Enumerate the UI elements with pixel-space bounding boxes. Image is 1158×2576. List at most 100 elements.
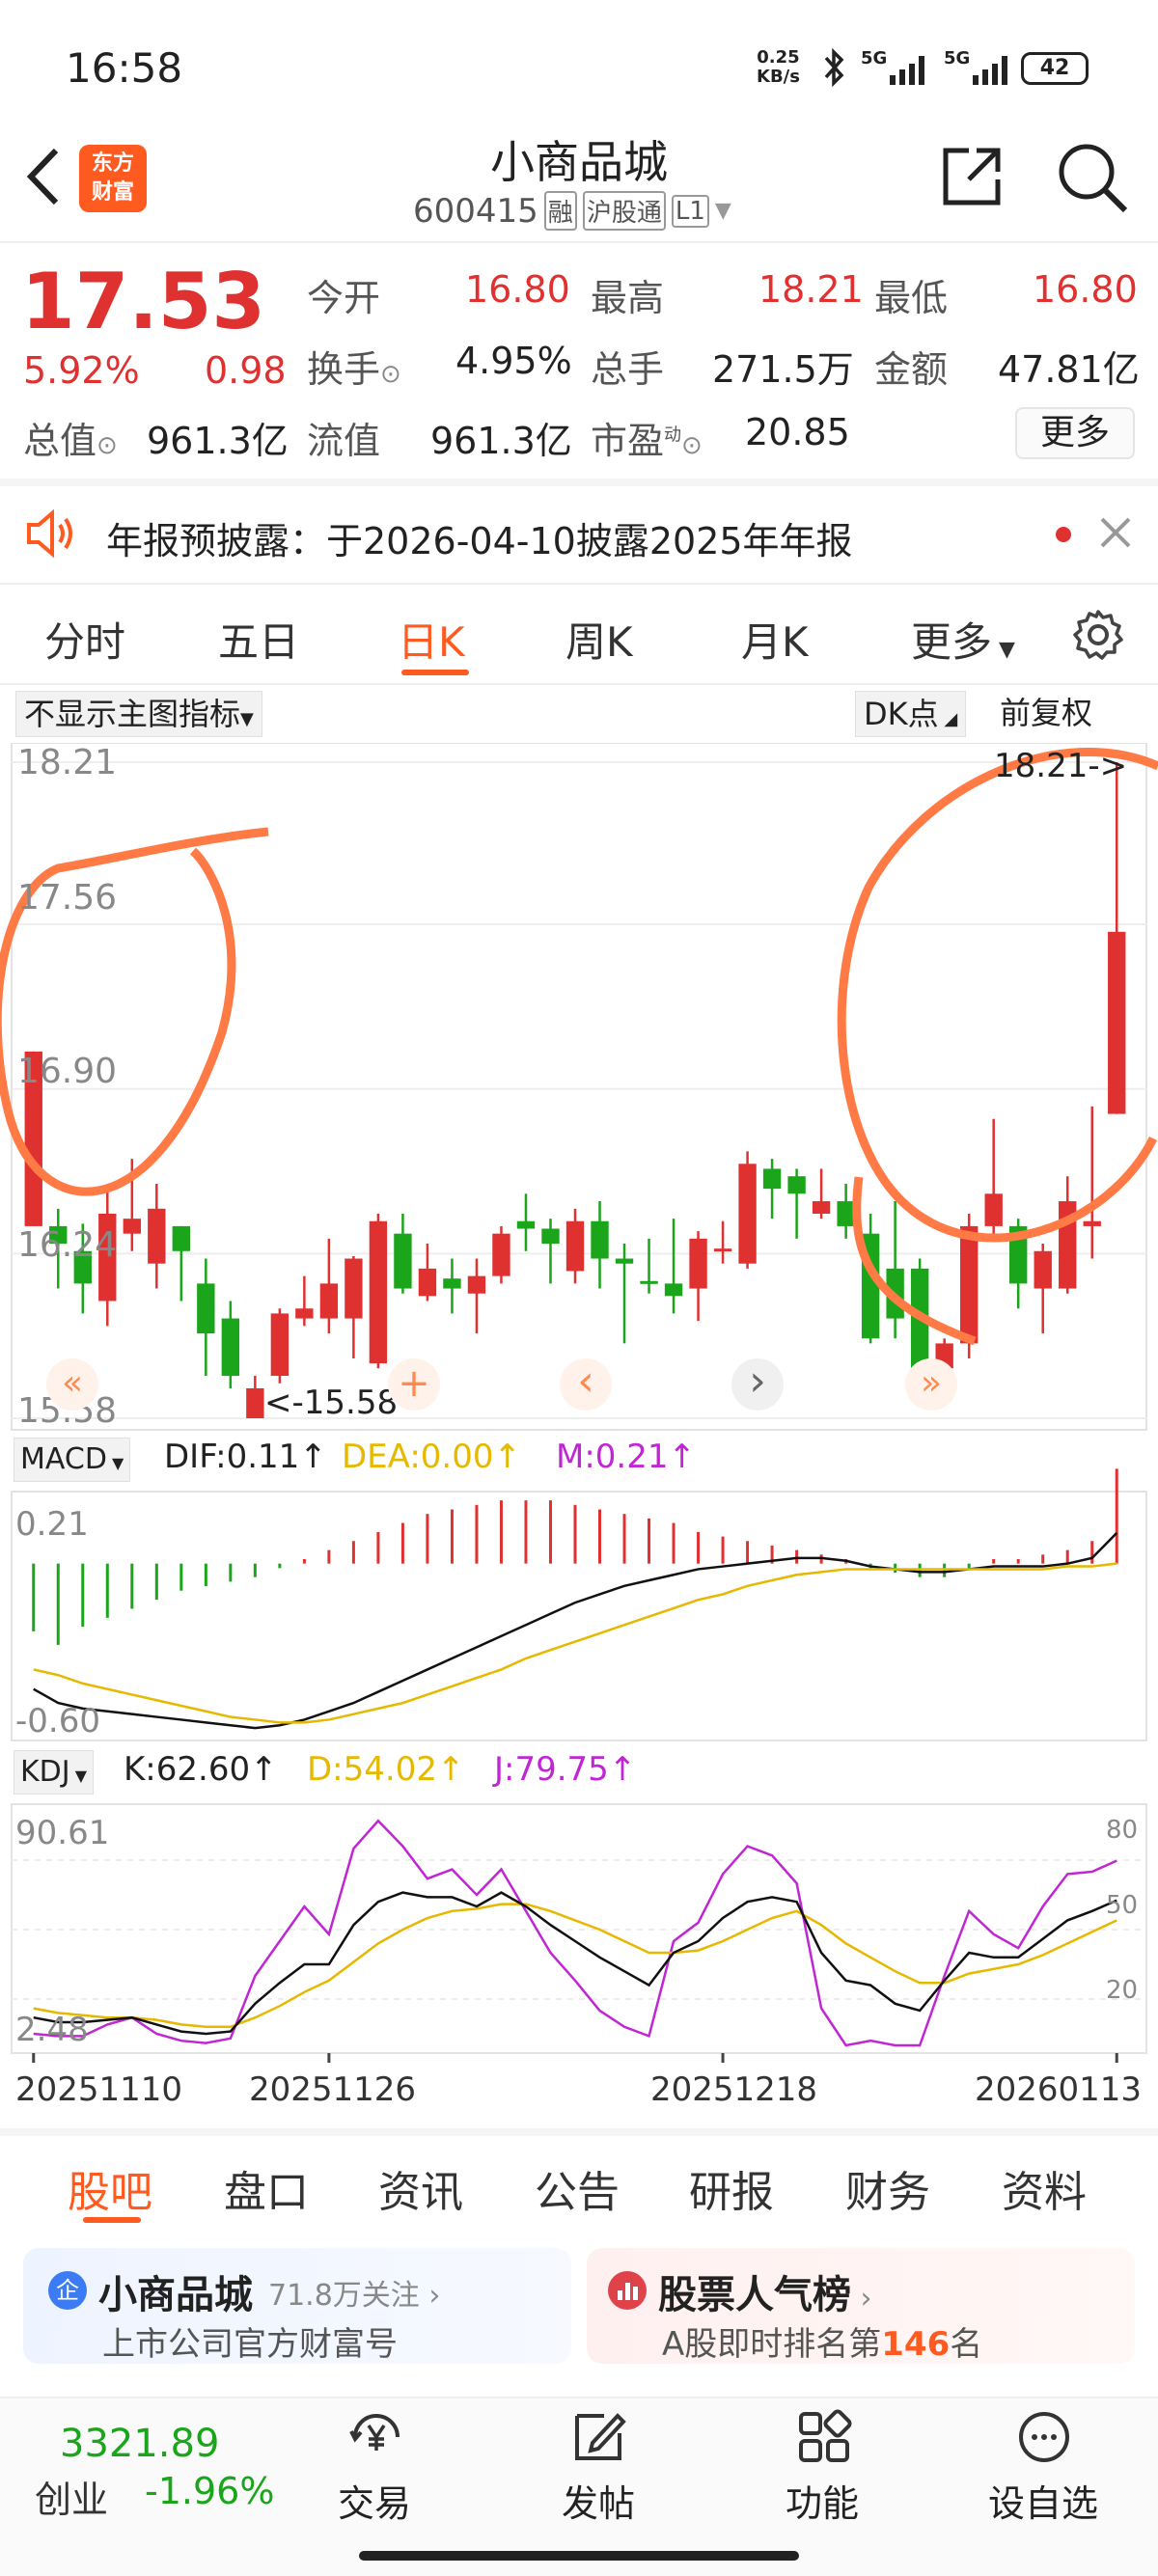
last-price: 17.53 [21, 257, 266, 346]
macd-dea-line [33, 1562, 1117, 1724]
status-bar: 16:58 0.25 KB/s 5G 5G 42 [0, 0, 1158, 135]
high-marker: 18.21-> [994, 747, 1128, 785]
tag-margin: 融 [543, 191, 577, 231]
tab-more[interactable]: 更多 ▼ [911, 610, 1015, 669]
kdj-grid [12, 1859, 1146, 2000]
popularity-rank-title: 股票人气榜 › [658, 2273, 872, 2317]
functions-button[interactable]: 功能 [786, 2474, 859, 2527]
close-icon[interactable] [1098, 515, 1133, 554]
settings-gear-icon[interactable] [1071, 608, 1125, 666]
kdj-d-label: D:54.02↑ [307, 1750, 465, 1789]
kdj-select[interactable]: KDJ ▼ [14, 1750, 95, 1795]
rank-chart-icon [608, 2271, 647, 2310]
macd-select[interactable]: MACD ▼ [14, 1438, 131, 1482]
kdj-j-line [33, 1819, 1117, 2047]
pe-label: 市盈动⊙ [591, 420, 703, 462]
tab-profile[interactable]: 资料 [1002, 2157, 1087, 2219]
kdj-d-line [33, 1903, 1117, 2029]
dk-point-toggle[interactable]: DK点 ◢ [855, 691, 967, 737]
open-value: 16.80 [465, 268, 570, 311]
stock-code-row: 600415 融 沪股通 L1 ▼ [413, 191, 731, 231]
company-account-card[interactable]: 企 小商品城 71.8万关注 › 上市公司官方财富号 [23, 2248, 571, 2364]
home-indicator [359, 2551, 799, 2561]
trade-button[interactable]: 交易 [338, 2474, 411, 2527]
tab-announcements[interactable]: 公告 [535, 2157, 620, 2219]
kdj-lines [33, 1819, 1117, 2047]
pager-first-button[interactable]: « [46, 1358, 98, 1411]
kdj-ytick-top: 90.61 [15, 1814, 110, 1852]
amount-value: 47.81亿 [998, 348, 1140, 391]
pager-last-button[interactable]: » [905, 1358, 957, 1411]
pe-dynamic-mark: 动 [664, 425, 682, 446]
high-value: 18.21 [758, 268, 864, 311]
dropdown-icon[interactable]: ▼ [715, 199, 731, 223]
follower-count: 71.8万关注 › [268, 2279, 441, 2313]
kdj-k-line [33, 1891, 1117, 2036]
ytick-1: 18.21 [17, 743, 118, 782]
tab-news[interactable]: 资讯 [378, 2157, 463, 2219]
search-icon[interactable] [1056, 141, 1129, 218]
info-icon[interactable]: ⊙ [380, 360, 401, 389]
high-label: 最高 [591, 277, 665, 319]
tab-research[interactable]: 研报 [689, 2157, 774, 2219]
turnover-value: 4.95% [455, 340, 572, 382]
battery-icon: 42 [1021, 52, 1089, 85]
active-tab-indicator [401, 670, 469, 675]
index-percent[interactable]: -1.96% [145, 2470, 274, 2512]
info-icon[interactable]: ⊙ [96, 431, 118, 460]
volume-value: 271.5万 [712, 348, 854, 391]
tab-monthly-k[interactable]: 月K [741, 610, 809, 669]
tab-pankou[interactable]: 盘口 [224, 2157, 309, 2219]
xtick-2: 20251126 [249, 2070, 417, 2109]
notice-bar[interactable]: 年报预披露：于2026-04-10披露2025年年报 [0, 486, 1158, 579]
functions-grid-icon[interactable] [795, 2408, 853, 2470]
tab-daily-k[interactable]: 日K [398, 610, 465, 669]
info-icon[interactable]: ⊙ [681, 431, 703, 460]
float-cap-label: 流值 [307, 420, 381, 462]
add-watchlist-icon[interactable] [1015, 2408, 1073, 2470]
index-value[interactable]: 3321.89 [60, 2422, 219, 2466]
tag-hk-connect: 沪股通 [582, 191, 666, 231]
signal-icon: 5G [861, 48, 948, 87]
macd-frame [11, 1491, 1147, 1741]
pager-prev-button[interactable]: ‹ [560, 1358, 612, 1411]
xtick-4: 20260113 [975, 2070, 1143, 2109]
adjust-mode[interactable]: 前复权 [994, 691, 1098, 737]
post-button[interactable]: 发帖 [562, 2474, 635, 2527]
notice-text: 年报预披露：于2026-04-10披露2025年年报 [106, 520, 853, 562]
tab-finance[interactable]: 财务 [845, 2157, 930, 2219]
trade-yen-icon[interactable] [344, 2408, 409, 2470]
tab-weekly-k[interactable]: 周K [565, 610, 633, 669]
xtick-3: 20251218 [650, 2070, 818, 2109]
content-tabs: 股吧 盘口 资讯 公告 研报 财务 资料 [0, 2136, 1158, 2233]
add-watchlist-button[interactable]: 设自选 [988, 2474, 1098, 2527]
kline-overlay: 18.21 17.56 16.90 16.24 15.58 18.21-> <-… [14, 743, 1152, 1438]
company-account-subtitle: 上市公司官方财富号 [102, 2325, 398, 2364]
macd-histogram [32, 1468, 1118, 1645]
change-amount: 0.98 [205, 349, 287, 392]
macd-ytick-bottom: -0.60 [15, 1702, 100, 1740]
net-speed: 0.25 KB/s [757, 47, 800, 87]
share-icon[interactable] [940, 145, 1004, 212]
indicator-select[interactable]: 不显示主图指标▼ [15, 691, 262, 737]
unread-dot [1056, 527, 1071, 542]
signal-icon-2: 5G [944, 48, 1031, 87]
tab-guba[interactable]: 股吧 [68, 2157, 152, 2219]
kdj-ytick-bottom: 2.48 [15, 2011, 89, 2049]
enterprise-badge-icon: 企 [48, 2271, 87, 2310]
pe-value: 20.85 [745, 411, 850, 453]
low-label: 最低 [874, 277, 949, 319]
change-percent: 5.92% [23, 349, 140, 392]
turnover-label: 换手⊙ [307, 348, 401, 391]
index-name[interactable]: 创业 [35, 2470, 108, 2523]
zoom-in-button[interactable]: + [388, 1358, 440, 1411]
post-edit-icon[interactable] [569, 2408, 627, 2470]
popularity-rank-card[interactable]: 股票人气榜 › A股即时排名第146名 [587, 2248, 1135, 2364]
tab-five-day[interactable]: 五日 [218, 610, 299, 669]
market-cap-value: 961.3亿 [147, 420, 289, 462]
macd-ytick-top: 0.21 [15, 1505, 89, 1544]
pager-next-button[interactable]: › [731, 1358, 784, 1411]
kdj-rtick-50: 50 [1106, 1891, 1139, 1920]
tab-intraday[interactable]: 分时 [44, 610, 125, 669]
more-button[interactable]: 更多 [1015, 407, 1135, 459]
